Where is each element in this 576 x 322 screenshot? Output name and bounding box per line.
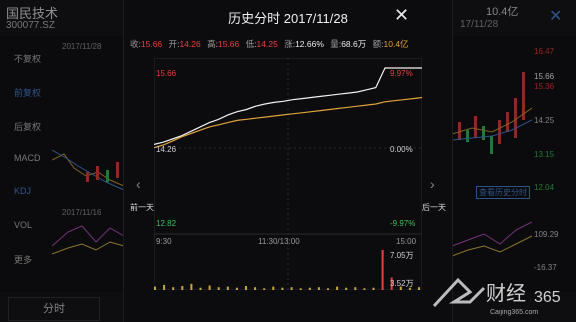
background-kline-left	[52, 149, 125, 255]
volume-bar	[354, 287, 357, 290]
menu-item-no-adjust[interactable]: 不复权	[14, 52, 41, 65]
volume-bar	[172, 287, 175, 290]
svg-text:财经: 财经	[486, 282, 526, 305]
menu-item-kdj[interactable]: KDJ	[14, 186, 31, 196]
right-axis-label: 16.47	[534, 47, 555, 56]
menu-item-backward-adjust[interactable]: 后复权	[14, 120, 41, 133]
stat-open: 开:14.26	[168, 39, 201, 49]
volume-bar	[181, 286, 184, 290]
prev-day-button[interactable]: 前一天	[130, 202, 154, 213]
average-price-line	[154, 96, 422, 149]
volume-bar	[217, 287, 220, 290]
time-axis-start: 9:30	[156, 237, 172, 246]
right-axis-label: 14.25	[534, 116, 555, 125]
volume-bar	[299, 288, 302, 290]
right-axis-label: 109.29	[534, 230, 559, 239]
pct-axis-bottom: -9.97%	[390, 219, 415, 228]
price-axis-mid: 14.26	[156, 145, 177, 154]
stat-amount: 额:10.4亿	[372, 39, 409, 49]
volume-bar	[254, 287, 257, 290]
pct-axis-mid: 0.00%	[390, 145, 413, 154]
pct-axis-top: 9.97%	[390, 69, 413, 78]
volume-bar	[336, 286, 339, 290]
volume-axis-top: 7.05万	[390, 251, 414, 260]
right-axis-label: 13.15	[534, 150, 555, 159]
stat-volume: 量:68.6万	[330, 39, 367, 49]
volume-bar	[372, 287, 375, 290]
stat-change: 涨:12.66%	[284, 39, 324, 49]
right-axis-label: 15.36	[534, 82, 555, 91]
volume-bar	[381, 250, 384, 290]
close-icon[interactable]: ✕	[394, 5, 409, 26]
chevron-right-icon[interactable]: ›	[430, 176, 435, 192]
stat-low: 低:14.25	[245, 39, 278, 49]
volume-bar	[208, 285, 211, 290]
volume-bar	[281, 287, 284, 290]
stats-row: 收:15.66 开:14.26 高:15.66 低:14.25 涨:12.66%…	[130, 38, 446, 52]
volume-bar	[245, 286, 247, 290]
price-axis-top: 15.66	[156, 69, 177, 78]
menu-item-more[interactable]: 更多	[14, 253, 32, 266]
volume-bar	[408, 287, 411, 290]
volume-bar	[263, 288, 266, 290]
svg-text:Caijing365.com: Caijing365.com	[490, 309, 538, 316]
turnover-amount: 10.4亿	[486, 6, 519, 18]
chevron-left-icon[interactable]: ‹	[136, 176, 141, 192]
volume-bar	[272, 286, 275, 290]
top-right-date: 17/11/28	[460, 19, 499, 30]
background-kline-right	[452, 72, 532, 257]
right-axis-label: 12.04	[534, 183, 555, 192]
close-icon[interactable]: ✕	[549, 6, 562, 26]
tab-intraday[interactable]: 分时	[8, 297, 100, 321]
menu-item-forward-adjust[interactable]: 前复权	[14, 86, 41, 99]
volume-bar	[163, 284, 166, 290]
stat-high: 高:15.66	[207, 39, 240, 49]
menu-item-macd[interactable]: MACD	[14, 153, 41, 163]
volume-bar	[317, 287, 320, 290]
right-axis-label: 15.66	[534, 72, 555, 81]
volume-axis-mid: 3.52万	[390, 279, 414, 288]
stock-code: 300077.SZ	[6, 20, 55, 31]
next-day-button[interactable]: 后一天	[422, 202, 446, 213]
svg-text:365: 365	[534, 289, 561, 306]
volume-bar	[226, 286, 229, 290]
stat-close: 收:15.66	[130, 39, 163, 49]
volume-bar	[154, 286, 156, 290]
volume-bar	[308, 287, 311, 290]
time-axis-mid: 11:30/13:00	[258, 237, 300, 246]
menu-item-vol[interactable]: VOL	[14, 220, 32, 230]
time-axis-end: 15:00	[396, 237, 417, 246]
volume-bar	[418, 287, 420, 290]
caijing365-watermark: 财经 365 Caijing365.com	[432, 277, 561, 316]
volume-bar	[199, 287, 202, 290]
price-axis-bottom: 12.82	[156, 219, 177, 228]
volume-bar	[363, 288, 366, 290]
volume-bar	[235, 287, 238, 290]
intraday-chart: 15.66 14.26 12.82 9.97% 0.00% -9.97% 9:3…	[154, 58, 422, 290]
history-intraday-modal: 历史分时 2017/11/28 ✕ 收:15.66 开:14.26 高:15.6…	[124, 0, 452, 322]
volume-bar	[290, 287, 293, 290]
volume-bars	[154, 250, 420, 290]
volume-bar	[190, 283, 193, 290]
volume-bar	[327, 288, 329, 290]
volume-bar	[345, 287, 348, 290]
